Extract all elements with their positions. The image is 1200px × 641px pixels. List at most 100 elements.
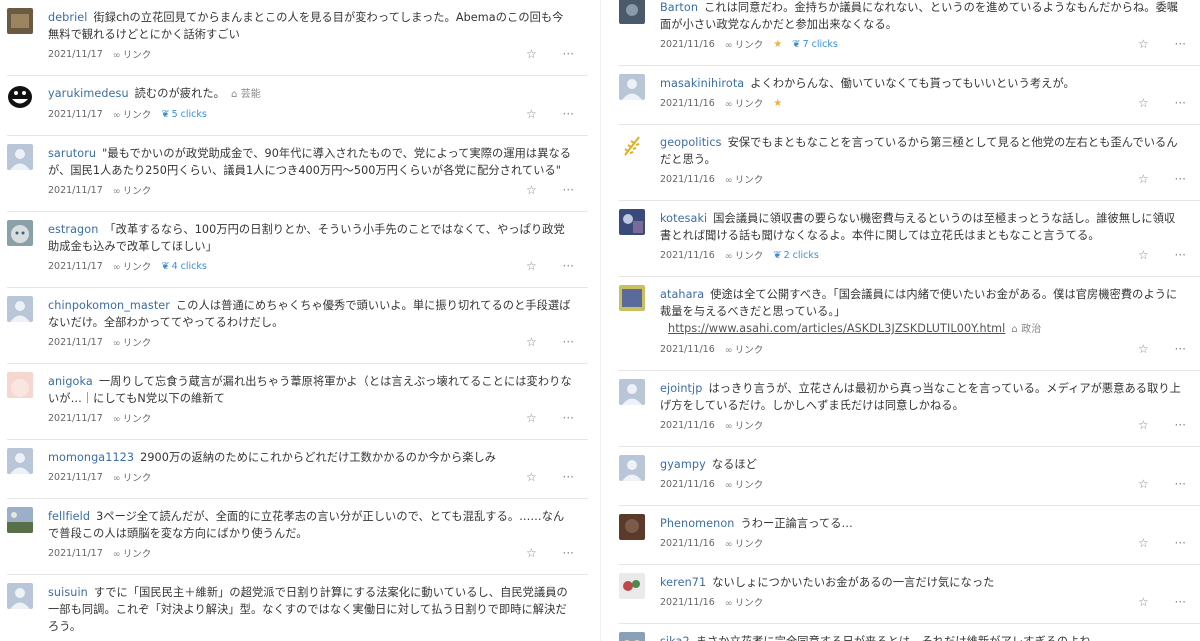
avatar[interactable] <box>619 573 645 599</box>
avatar[interactable] <box>7 372 33 398</box>
permalink[interactable]: ∞リンク <box>113 546 151 560</box>
add-star-button[interactable]: ☆ <box>526 470 537 484</box>
more-icon[interactable]: ··· <box>1175 477 1186 491</box>
permalink[interactable]: ∞リンク <box>725 595 763 609</box>
permalink[interactable]: ∞リンク <box>725 342 763 356</box>
username-link[interactable]: atahara <box>660 288 704 301</box>
add-star-button[interactable]: ☆ <box>1138 342 1149 356</box>
comment-date[interactable]: 2021/11/16 <box>660 250 715 261</box>
add-star-button[interactable]: ☆ <box>526 546 537 560</box>
username-link[interactable]: sika2 <box>660 635 690 641</box>
add-star-button[interactable]: ☆ <box>526 411 537 425</box>
add-star-button[interactable]: ☆ <box>1138 477 1149 491</box>
username-link[interactable]: momonga1123 <box>48 451 134 464</box>
username-link[interactable]: suisuin <box>48 586 88 599</box>
username-link[interactable]: chinpokomon_master <box>48 299 170 312</box>
comment-date[interactable]: 2021/11/16 <box>660 479 715 490</box>
more-icon[interactable]: ··· <box>563 107 574 121</box>
add-star-button[interactable]: ☆ <box>1138 248 1149 262</box>
add-star-button[interactable]: ☆ <box>1138 37 1149 51</box>
permalink[interactable]: ∞リンク <box>725 536 763 550</box>
permalink[interactable]: ∞リンク <box>113 470 151 484</box>
more-icon[interactable]: ··· <box>563 47 574 61</box>
twitter-clicks[interactable]: ❦ 7 clicks <box>792 39 838 50</box>
more-icon[interactable]: ··· <box>1175 96 1186 110</box>
avatar[interactable] <box>7 296 33 322</box>
username-link[interactable]: anigoka <box>48 375 93 388</box>
username-link[interactable]: sarutoru <box>48 147 96 160</box>
avatar[interactable] <box>7 583 33 609</box>
add-star-button[interactable]: ☆ <box>1138 172 1149 186</box>
avatar[interactable] <box>619 379 645 405</box>
more-icon[interactable]: ··· <box>1175 248 1186 262</box>
username-link[interactable]: ejointjp <box>660 382 702 395</box>
add-star-button[interactable]: ☆ <box>526 335 537 349</box>
avatar[interactable] <box>7 507 33 533</box>
username-link[interactable]: debriel <box>48 11 88 24</box>
permalink[interactable]: ∞リンク <box>113 47 151 61</box>
comment-date[interactable]: 2021/11/17 <box>48 472 103 483</box>
comment-date[interactable]: 2021/11/16 <box>660 174 715 185</box>
more-icon[interactable]: ··· <box>1175 172 1186 186</box>
more-icon[interactable]: ··· <box>563 335 574 349</box>
more-icon[interactable]: ··· <box>1175 595 1186 609</box>
add-star-button[interactable]: ☆ <box>1138 418 1149 432</box>
permalink[interactable]: ∞リンク <box>725 477 763 491</box>
more-icon[interactable]: ··· <box>563 411 574 425</box>
username-link[interactable]: masakinihirota <box>660 77 744 90</box>
avatar[interactable] <box>7 8 33 34</box>
comment-date[interactable]: 2021/11/16 <box>660 597 715 608</box>
comment-date[interactable]: 2021/11/17 <box>48 337 103 348</box>
avatar[interactable] <box>7 220 33 246</box>
avatar[interactable] <box>619 209 645 235</box>
comment-date[interactable]: 2021/11/16 <box>660 98 715 109</box>
more-icon[interactable]: ··· <box>563 183 574 197</box>
username-link[interactable]: geopolitics <box>660 136 722 149</box>
avatar[interactable] <box>7 84 33 110</box>
avatar[interactable] <box>619 455 645 481</box>
add-star-button[interactable]: ☆ <box>1138 536 1149 550</box>
comment-date[interactable]: 2021/11/17 <box>48 185 103 196</box>
avatar[interactable] <box>619 632 645 641</box>
username-link[interactable]: fellfield <box>48 510 90 523</box>
add-star-button[interactable]: ☆ <box>526 47 537 61</box>
username-link[interactable]: estragon <box>48 223 98 236</box>
permalink[interactable]: ∞リンク <box>113 411 151 425</box>
comment-date[interactable]: 2021/11/16 <box>660 344 715 355</box>
username-link[interactable]: gyampy <box>660 458 706 471</box>
permalink[interactable]: ∞リンク <box>725 96 763 110</box>
add-star-button[interactable]: ☆ <box>526 183 537 197</box>
twitter-clicks[interactable]: ❦ 2 clicks <box>773 250 819 261</box>
comment-url-link[interactable]: https://www.asahi.com/articles/ASKDL3JZS… <box>668 322 1005 335</box>
username-link[interactable]: Barton <box>660 1 698 14</box>
add-star-button[interactable]: ☆ <box>1138 96 1149 110</box>
comment-date[interactable]: 2021/11/17 <box>48 413 103 424</box>
more-icon[interactable]: ··· <box>563 259 574 273</box>
more-icon[interactable]: ··· <box>1175 342 1186 356</box>
add-star-button[interactable]: ☆ <box>526 107 537 121</box>
avatar[interactable] <box>619 74 645 100</box>
permalink[interactable]: ∞リンク <box>113 259 151 273</box>
comment-date[interactable]: 2021/11/17 <box>48 49 103 60</box>
comment-tag[interactable]: ⌂ 芸能 <box>231 89 261 100</box>
username-link[interactable]: kotesaki <box>660 212 707 225</box>
username-link[interactable]: yarukimedesu <box>48 87 129 100</box>
comment-date[interactable]: 2021/11/16 <box>660 39 715 50</box>
permalink[interactable]: ∞リンク <box>725 172 763 186</box>
more-icon[interactable]: ··· <box>1175 37 1186 51</box>
avatar[interactable] <box>619 133 645 159</box>
permalink[interactable]: ∞リンク <box>113 107 151 121</box>
twitter-clicks[interactable]: ❦ 4 clicks <box>161 261 207 272</box>
permalink[interactable]: ∞リンク <box>725 248 763 262</box>
comment-date[interactable]: 2021/11/17 <box>48 109 103 120</box>
more-icon[interactable]: ··· <box>1175 418 1186 432</box>
avatar[interactable] <box>619 514 645 540</box>
permalink[interactable]: ∞リンク <box>725 37 763 51</box>
comment-date[interactable]: 2021/11/17 <box>48 548 103 559</box>
avatar[interactable] <box>619 0 645 24</box>
add-star-button[interactable]: ☆ <box>526 259 537 273</box>
permalink[interactable]: ∞リンク <box>113 183 151 197</box>
comment-date[interactable]: 2021/11/17 <box>48 261 103 272</box>
more-icon[interactable]: ··· <box>563 470 574 484</box>
comment-date[interactable]: 2021/11/16 <box>660 538 715 549</box>
